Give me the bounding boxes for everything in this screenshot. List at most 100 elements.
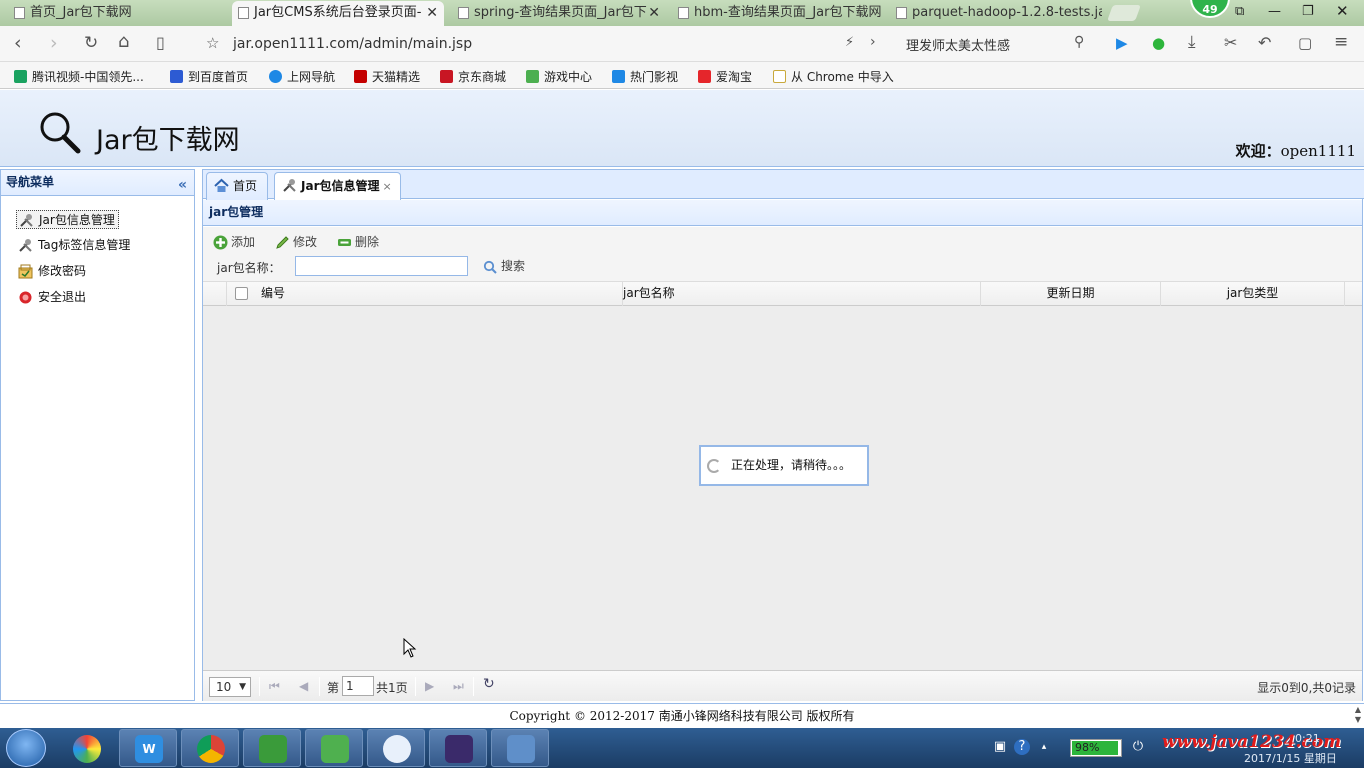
collapse-icon[interactable]: « (178, 173, 187, 198)
undo-icon[interactable]: ↶ (1258, 33, 1271, 52)
taskbar-app-camtasia-recorder[interactable] (305, 729, 363, 767)
first-page-icon[interactable]: ⏮ (269, 678, 280, 694)
ie-icon (269, 70, 282, 83)
wechat-icon[interactable]: ● (1152, 34, 1165, 52)
clock-time[interactable]: 0:21 (1295, 732, 1320, 745)
maximize-icon[interactable]: ❐ (1302, 4, 1314, 19)
add-button[interactable]: 添加 (211, 232, 255, 252)
video-play-icon[interactable]: ▶ (1116, 34, 1128, 52)
page-size-select[interactable]: 10 ▼ (209, 677, 251, 697)
pager-info: 显示0到0,共0记录 (1257, 681, 1356, 695)
bookmark-tmall[interactable]: 天猫精选 (354, 68, 420, 85)
menu-icon[interactable]: ≡ (1334, 32, 1348, 52)
bookmark-movies[interactable]: 热门影视 (612, 68, 678, 85)
taskbar-app-eclipse[interactable] (429, 729, 487, 767)
browser-tab-admin-login[interactable]: Jar包CMS系统后台登录页面- ✕ (232, 1, 444, 26)
back-icon[interactable]: ‹ (14, 32, 22, 54)
column-header-update-date[interactable]: 更新日期 (981, 282, 1161, 306)
home-icon[interactable]: ⌂ (118, 31, 129, 52)
taskbar-app-camtasia[interactable] (243, 729, 301, 767)
bookmark-aitaobao[interactable]: 爱淘宝 (698, 68, 752, 85)
last-page-icon[interactable]: ⏭ (453, 678, 464, 694)
nav-menu-title: 导航菜单 (6, 175, 55, 189)
camtasia-icon (259, 735, 287, 763)
user-avatar-badge[interactable]: 49 (1190, 0, 1230, 18)
browser-tab-hbm[interactable]: hbm-查询结果页面_Jar包下载网 (672, 1, 884, 26)
bag-icon[interactable]: ▢ (1298, 34, 1312, 52)
forward-icon[interactable]: › (50, 32, 58, 54)
welcome-label: 欢迎： (1235, 142, 1281, 160)
bookmark-tencent-video[interactable]: 腾讯视频-中国领先... (14, 68, 144, 85)
power-plug-icon[interactable]: ⏻ (1130, 739, 1146, 755)
taskbar-app-chrome[interactable] (181, 729, 239, 767)
grid-body (203, 306, 1362, 670)
bookmark-jd[interactable]: 京东商城 (440, 68, 506, 85)
jar-name-search-input[interactable] (295, 256, 468, 276)
restore-frame-icon[interactable]: ⧉ (1235, 4, 1244, 19)
tray-expand-icon[interactable]: ▴ (1036, 739, 1052, 755)
menu-item-change-password[interactable]: 修改密码 (16, 262, 89, 281)
close-window-icon[interactable]: ✕ (1336, 2, 1349, 20)
browser-tab-parquet[interactable]: parquet-hadoop-1.2.8-tests.ja (890, 1, 1102, 26)
menu-item-tag-info[interactable]: Tag标签信息管理 (16, 236, 133, 255)
new-tab-button[interactable] (1107, 5, 1141, 21)
tab-jar-info[interactable]: Jar包信息管理 × (274, 172, 401, 201)
edit-button[interactable]: 修改 (273, 232, 317, 252)
search-icon[interactable]: ⚲ (1074, 34, 1084, 50)
bookmark-baidu[interactable]: 到百度首页 (170, 68, 248, 85)
browser-tab-title: parquet-hadoop-1.2.8-tests.ja (912, 5, 1102, 20)
help-icon[interactable]: ? (1014, 739, 1030, 755)
taskbar-app-games[interactable] (57, 729, 115, 767)
reload-icon[interactable]: ↻ (84, 33, 98, 53)
browser-icon (383, 735, 411, 763)
minimize-icon[interactable]: — (1268, 4, 1281, 19)
search-button[interactable]: 搜索 (481, 257, 525, 277)
tray-window-icon[interactable]: ▣ (992, 739, 1008, 755)
bookmark-star-icon[interactable]: ☆ (206, 34, 219, 52)
browser-search-box[interactable]: 理发师太美太性感 (906, 35, 1010, 54)
paw-icon (170, 70, 183, 83)
close-tab-icon[interactable]: ✕ (426, 1, 438, 25)
bookmark-import-chrome[interactable]: 从 Chrome 中导入 (773, 68, 894, 85)
column-header-jar-name[interactable]: jar包名称 (623, 282, 981, 306)
start-button[interactable] (6, 729, 46, 767)
menu-item-logout[interactable]: 安全退出 (16, 288, 89, 307)
menu-item-jar-info[interactable]: Jar包信息管理 (16, 210, 119, 229)
bookmark-games[interactable]: 游戏中心 (526, 68, 592, 85)
reading-view-icon[interactable]: ▯ (156, 33, 165, 52)
address-bar[interactable]: jar.open1111.com/admin/main.jsp (233, 36, 472, 52)
clock-date[interactable]: 2017/1/15 星期日 (1244, 750, 1337, 766)
page-favicon-icon (14, 7, 25, 19)
welcome-text: 欢迎：open1111 (1236, 140, 1356, 161)
screenshot-scissors-icon[interactable]: ✂ (1224, 33, 1237, 52)
delete-button[interactable]: 删除 (335, 232, 379, 252)
select-all-checkbox[interactable] (235, 287, 248, 300)
tools-icon (283, 179, 296, 192)
taskbar-app-browser[interactable] (367, 729, 425, 767)
browser-tab-home[interactable]: 首页_Jar包下载网 (8, 1, 230, 26)
browser-tab-spring[interactable]: spring-查询结果页面_Jar包下 ✕ (452, 1, 666, 26)
page-favicon-icon (678, 7, 689, 19)
battery-indicator[interactable]: 98% (1070, 739, 1122, 757)
scroll-arrows-icon[interactable]: ▲ ▼ (1352, 705, 1364, 727)
prev-page-icon[interactable]: ◀ (299, 678, 308, 694)
screen: 首页_Jar包下载网 Jar包CMS系统后台登录页面- ✕ spring-查询结… (0, 0, 1364, 768)
next-page-icon[interactable]: ▶ (425, 678, 434, 694)
bookmark-nav[interactable]: 上网导航 (269, 68, 335, 85)
camtasia-recorder-icon (321, 735, 349, 763)
grid-header: 编号 jar包名称 更新日期 jar包类型 (203, 282, 1362, 306)
column-header-id[interactable]: 编号 (255, 282, 623, 306)
taskbar-app-mysql[interactable] (491, 729, 549, 767)
taskbar-app-wps[interactable]: W (119, 729, 177, 767)
page-total: 共1页 (376, 681, 408, 695)
download-icon[interactable]: ⤓ (1188, 32, 1196, 52)
chevron-right-icon[interactable]: › (870, 34, 876, 50)
row-number-header (203, 282, 227, 306)
page-number-input[interactable]: 1 (342, 676, 374, 696)
refresh-icon[interactable]: ↻ (483, 676, 495, 692)
close-tab-icon[interactable]: ✕ (648, 1, 660, 25)
tab-home[interactable]: 首页 (206, 172, 268, 200)
column-header-jar-type[interactable]: jar包类型 (1161, 282, 1345, 306)
lightning-icon[interactable]: ⚡ (845, 35, 854, 50)
tab-close-icon[interactable]: × (382, 180, 391, 193)
